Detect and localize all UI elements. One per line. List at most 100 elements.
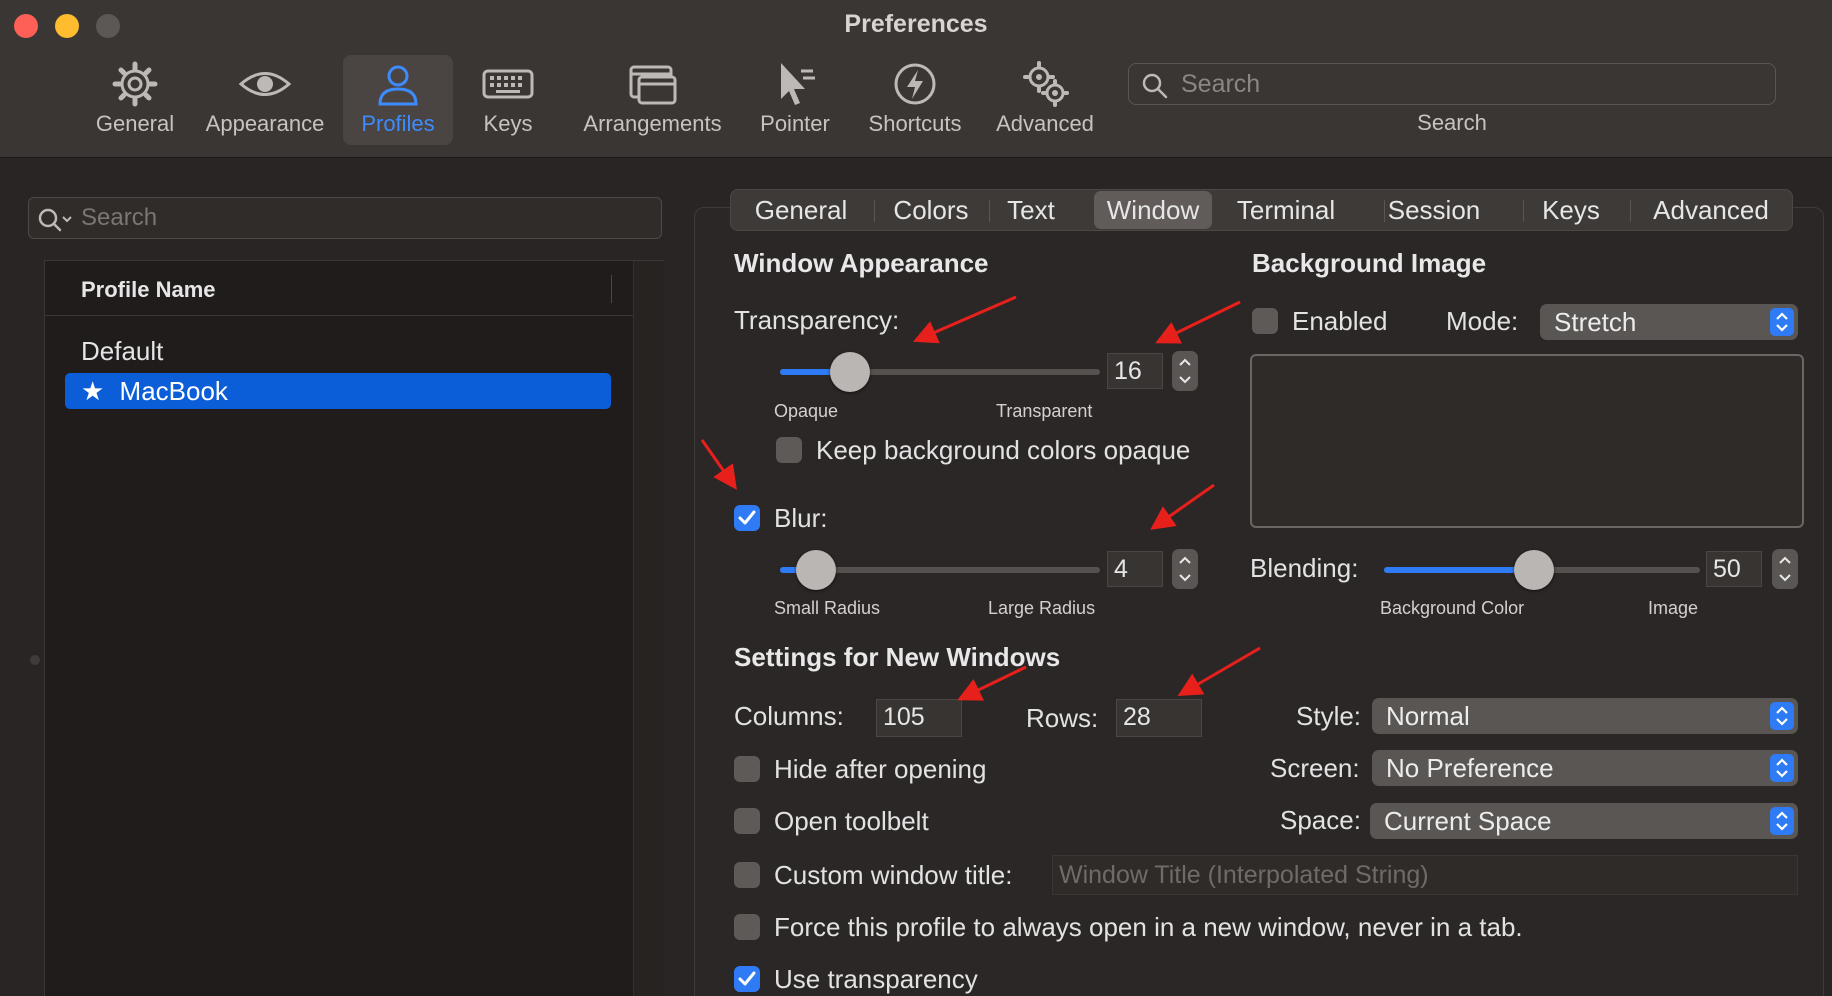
style-popup[interactable]: Normal	[1372, 698, 1798, 734]
slider-knob[interactable]	[796, 550, 836, 590]
toolbar-label: Shortcuts	[868, 111, 962, 136]
pointer-icon	[781, 63, 815, 105]
tab-advanced[interactable]: Advanced	[1636, 190, 1786, 230]
profile-tabs: General Colors Text Window Terminal Sess…	[730, 189, 1793, 231]
space-value: Current Space	[1384, 806, 1552, 836]
preferences-window: Preferences General Appearance Profiles …	[0, 0, 1832, 996]
gear-icon	[112, 61, 158, 107]
toolbar-appearance[interactable]: Appearance	[200, 55, 330, 145]
blur-value[interactable]: 4	[1107, 551, 1163, 587]
transparency-min-label: Opaque	[774, 401, 839, 421]
blending-max-label: Image	[1648, 598, 1699, 618]
toolbar-search[interactable]	[1128, 63, 1776, 105]
blur-label: Blur:	[774, 503, 828, 533]
tab-colors[interactable]: Colors	[876, 190, 986, 230]
open-toolbelt-label: Open toolbelt	[774, 806, 929, 836]
blur-min-label: Small Radius	[774, 598, 881, 618]
space-popup[interactable]: Current Space	[1370, 803, 1798, 839]
transparency-stepper[interactable]	[1172, 351, 1198, 391]
profile-list-header[interactable]: Profile Name	[45, 261, 633, 316]
blur-stepper[interactable]	[1172, 549, 1198, 589]
hide-after-opening-label: Hide after opening	[774, 754, 987, 784]
style-value: Normal	[1386, 701, 1470, 731]
toolbar-label: General	[95, 111, 175, 136]
mode-value: Stretch	[1554, 307, 1637, 337]
toolbar-label: Pointer	[760, 111, 830, 136]
profile-name: Default	[81, 336, 164, 366]
bg-image-enabled-label: Enabled	[1292, 306, 1388, 336]
window-appearance-heading: Window Appearance	[734, 248, 989, 278]
person-icon	[378, 65, 418, 106]
open-toolbelt-checkbox[interactable]	[734, 808, 760, 834]
keep-bg-opaque-checkbox[interactable]	[776, 437, 802, 463]
profile-list-scrollbar[interactable]	[633, 261, 664, 996]
eye-icon	[238, 72, 292, 96]
custom-title-field[interactable]	[1052, 855, 1798, 895]
new-windows-heading: Settings for New Windows	[734, 642, 1061, 672]
bolt-icon	[894, 63, 936, 105]
tab-window[interactable]: Window	[1094, 191, 1212, 229]
toolbar-profiles[interactable]: Profiles	[343, 55, 453, 145]
chevron-updown-icon	[1770, 807, 1794, 835]
space-label: Space:	[1280, 805, 1361, 835]
toolbar-advanced[interactable]: Advanced	[985, 55, 1105, 145]
tab-session[interactable]: Session	[1364, 190, 1504, 230]
chevron-updown-icon	[1770, 308, 1794, 336]
profile-name: MacBook	[119, 376, 228, 406]
screen-label: Screen:	[1270, 753, 1360, 783]
background-image-well[interactable]	[1250, 354, 1804, 528]
toolbar-pointer[interactable]: Pointer	[745, 55, 845, 145]
transparency-value[interactable]: 16	[1107, 353, 1163, 389]
style-label: Style:	[1296, 701, 1362, 731]
toolbar: Preferences General Appearance Profiles …	[0, 0, 1832, 158]
slider-knob[interactable]	[830, 352, 870, 392]
chevron-updown-icon	[1770, 754, 1794, 782]
tab-terminal[interactable]: Terminal	[1221, 190, 1351, 230]
gears-icon	[1023, 61, 1069, 107]
columns-label: Columns:	[734, 701, 844, 731]
toolbar-label: Appearance	[205, 111, 325, 136]
blending-slider[interactable]	[1384, 550, 1700, 590]
screen-popup[interactable]: No Preference	[1372, 750, 1798, 786]
mode-popup[interactable]: Stretch	[1540, 304, 1798, 340]
profile-search[interactable]	[28, 197, 662, 239]
use-transparency-checkbox[interactable]	[734, 966, 760, 992]
profile-row-macbook[interactable]: ★ MacBook	[65, 373, 611, 409]
split-view-handle[interactable]	[30, 655, 40, 665]
blending-stepper[interactable]	[1772, 549, 1798, 589]
window-title: Preferences	[844, 10, 988, 38]
slider-fill	[1384, 567, 1534, 573]
transparency-label: Transparency:	[734, 305, 900, 335]
blur-slider[interactable]	[780, 550, 1100, 590]
tab-keys[interactable]: Keys	[1521, 190, 1621, 230]
custom-title-checkbox[interactable]	[734, 862, 760, 888]
column-divider	[611, 275, 612, 303]
tab-divider	[874, 200, 875, 222]
toolbar-arrangements[interactable]: Arrangements	[575, 55, 730, 145]
force-new-window-checkbox[interactable]	[734, 914, 760, 940]
toolbar-shortcuts[interactable]: Shortcuts	[860, 55, 970, 145]
profile-name-column: Profile Name	[81, 277, 216, 302]
rows-label: Rows:	[1026, 703, 1099, 733]
profile-row-default[interactable]: Default	[65, 333, 611, 369]
tab-general[interactable]: General	[731, 190, 871, 230]
checkmark-icon	[738, 971, 756, 986]
hide-after-opening-checkbox[interactable]	[734, 756, 760, 782]
profile-search-input[interactable]	[81, 200, 641, 236]
tab-text[interactable]: Text	[991, 190, 1071, 230]
transparency-slider[interactable]	[780, 352, 1100, 392]
slider-knob[interactable]	[1514, 550, 1554, 590]
custom-title-input[interactable]	[1053, 856, 1797, 894]
search-icon	[1142, 73, 1168, 99]
bg-image-enabled-checkbox[interactable]	[1252, 308, 1278, 334]
toolbar-search-label: Search	[1417, 110, 1487, 135]
blending-min-label: Background Color	[1380, 598, 1525, 618]
toolbar-keys[interactable]: Keys	[468, 55, 548, 145]
tab-divider	[1630, 200, 1631, 222]
blending-value[interactable]: 50	[1706, 551, 1762, 587]
columns-field[interactable]: 105	[876, 699, 962, 737]
toolbar-general[interactable]: General	[80, 55, 190, 145]
blur-checkbox[interactable]	[734, 505, 760, 531]
rows-field[interactable]: 28	[1116, 699, 1202, 737]
toolbar-search-input[interactable]	[1181, 66, 1761, 102]
